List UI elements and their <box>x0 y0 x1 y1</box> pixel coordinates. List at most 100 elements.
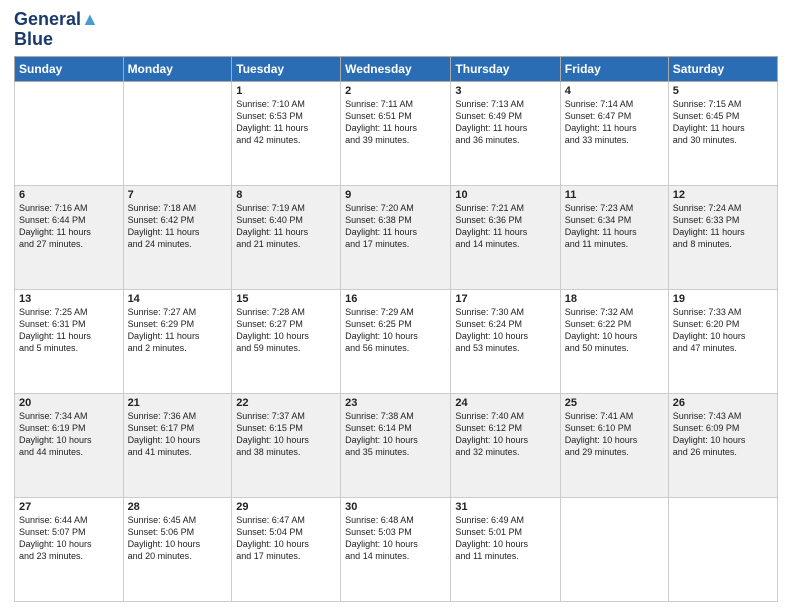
day-number: 21 <box>128 397 228 409</box>
header: General▲Blue <box>14 10 778 50</box>
page: General▲Blue SundayMondayTuesdayWednesda… <box>0 0 792 612</box>
calendar-cell <box>15 81 124 185</box>
calendar-cell: 25Sunrise: 7:41 AM Sunset: 6:10 PM Dayli… <box>560 393 668 497</box>
calendar-cell <box>123 81 232 185</box>
calendar-cell: 11Sunrise: 7:23 AM Sunset: 6:34 PM Dayli… <box>560 185 668 289</box>
cell-info: Sunrise: 6:48 AM Sunset: 5:03 PM Dayligh… <box>345 514 446 563</box>
calendar-cell: 6Sunrise: 7:16 AM Sunset: 6:44 PM Daylig… <box>15 185 124 289</box>
calendar-cell: 3Sunrise: 7:13 AM Sunset: 6:49 PM Daylig… <box>451 81 560 185</box>
calendar-cell: 19Sunrise: 7:33 AM Sunset: 6:20 PM Dayli… <box>668 289 777 393</box>
day-number: 9 <box>345 189 446 201</box>
day-number: 24 <box>455 397 555 409</box>
col-header-wednesday: Wednesday <box>341 56 451 81</box>
calendar-cell <box>668 497 777 601</box>
day-number: 7 <box>128 189 228 201</box>
calendar-cell: 10Sunrise: 7:21 AM Sunset: 6:36 PM Dayli… <box>451 185 560 289</box>
calendar-cell: 4Sunrise: 7:14 AM Sunset: 6:47 PM Daylig… <box>560 81 668 185</box>
cell-info: Sunrise: 7:25 AM Sunset: 6:31 PM Dayligh… <box>19 306 119 355</box>
day-number: 6 <box>19 189 119 201</box>
calendar-table: SundayMondayTuesdayWednesdayThursdayFrid… <box>14 56 778 602</box>
cell-info: Sunrise: 7:23 AM Sunset: 6:34 PM Dayligh… <box>565 202 664 251</box>
cell-info: Sunrise: 7:14 AM Sunset: 6:47 PM Dayligh… <box>565 98 664 147</box>
day-number: 26 <box>673 397 773 409</box>
week-row: 1Sunrise: 7:10 AM Sunset: 6:53 PM Daylig… <box>15 81 778 185</box>
cell-info: Sunrise: 6:47 AM Sunset: 5:04 PM Dayligh… <box>236 514 336 563</box>
day-number: 28 <box>128 501 228 513</box>
cell-info: Sunrise: 7:28 AM Sunset: 6:27 PM Dayligh… <box>236 306 336 355</box>
day-number: 22 <box>236 397 336 409</box>
day-number: 3 <box>455 85 555 97</box>
calendar-cell: 9Sunrise: 7:20 AM Sunset: 6:38 PM Daylig… <box>341 185 451 289</box>
logo-text: General▲Blue <box>14 10 99 50</box>
cell-info: Sunrise: 7:13 AM Sunset: 6:49 PM Dayligh… <box>455 98 555 147</box>
calendar-cell: 12Sunrise: 7:24 AM Sunset: 6:33 PM Dayli… <box>668 185 777 289</box>
cell-info: Sunrise: 7:29 AM Sunset: 6:25 PM Dayligh… <box>345 306 446 355</box>
day-number: 12 <box>673 189 773 201</box>
col-header-friday: Friday <box>560 56 668 81</box>
calendar-cell: 8Sunrise: 7:19 AM Sunset: 6:40 PM Daylig… <box>232 185 341 289</box>
day-number: 25 <box>565 397 664 409</box>
cell-info: Sunrise: 7:19 AM Sunset: 6:40 PM Dayligh… <box>236 202 336 251</box>
cell-info: Sunrise: 7:38 AM Sunset: 6:14 PM Dayligh… <box>345 410 446 459</box>
cell-info: Sunrise: 7:33 AM Sunset: 6:20 PM Dayligh… <box>673 306 773 355</box>
day-number: 1 <box>236 85 336 97</box>
cell-info: Sunrise: 7:40 AM Sunset: 6:12 PM Dayligh… <box>455 410 555 459</box>
calendar-cell: 28Sunrise: 6:45 AM Sunset: 5:06 PM Dayli… <box>123 497 232 601</box>
col-header-tuesday: Tuesday <box>232 56 341 81</box>
calendar-cell: 30Sunrise: 6:48 AM Sunset: 5:03 PM Dayli… <box>341 497 451 601</box>
calendar-cell: 2Sunrise: 7:11 AM Sunset: 6:51 PM Daylig… <box>341 81 451 185</box>
day-number: 23 <box>345 397 446 409</box>
col-header-saturday: Saturday <box>668 56 777 81</box>
cell-info: Sunrise: 6:45 AM Sunset: 5:06 PM Dayligh… <box>128 514 228 563</box>
calendar-cell: 14Sunrise: 7:27 AM Sunset: 6:29 PM Dayli… <box>123 289 232 393</box>
day-number: 27 <box>19 501 119 513</box>
day-number: 2 <box>345 85 446 97</box>
cell-info: Sunrise: 7:41 AM Sunset: 6:10 PM Dayligh… <box>565 410 664 459</box>
day-number: 8 <box>236 189 336 201</box>
cell-info: Sunrise: 7:20 AM Sunset: 6:38 PM Dayligh… <box>345 202 446 251</box>
cell-info: Sunrise: 7:18 AM Sunset: 6:42 PM Dayligh… <box>128 202 228 251</box>
day-number: 10 <box>455 189 555 201</box>
cell-info: Sunrise: 6:44 AM Sunset: 5:07 PM Dayligh… <box>19 514 119 563</box>
cell-info: Sunrise: 7:30 AM Sunset: 6:24 PM Dayligh… <box>455 306 555 355</box>
calendar-cell: 7Sunrise: 7:18 AM Sunset: 6:42 PM Daylig… <box>123 185 232 289</box>
day-number: 30 <box>345 501 446 513</box>
logo-blue: ▲ <box>81 9 99 29</box>
cell-info: Sunrise: 7:36 AM Sunset: 6:17 PM Dayligh… <box>128 410 228 459</box>
calendar-cell: 17Sunrise: 7:30 AM Sunset: 6:24 PM Dayli… <box>451 289 560 393</box>
calendar-cell: 29Sunrise: 6:47 AM Sunset: 5:04 PM Dayli… <box>232 497 341 601</box>
cell-info: Sunrise: 6:49 AM Sunset: 5:01 PM Dayligh… <box>455 514 555 563</box>
cell-info: Sunrise: 7:32 AM Sunset: 6:22 PM Dayligh… <box>565 306 664 355</box>
day-number: 29 <box>236 501 336 513</box>
week-row: 27Sunrise: 6:44 AM Sunset: 5:07 PM Dayli… <box>15 497 778 601</box>
week-row: 13Sunrise: 7:25 AM Sunset: 6:31 PM Dayli… <box>15 289 778 393</box>
day-number: 19 <box>673 293 773 305</box>
cell-info: Sunrise: 7:43 AM Sunset: 6:09 PM Dayligh… <box>673 410 773 459</box>
calendar-cell: 23Sunrise: 7:38 AM Sunset: 6:14 PM Dayli… <box>341 393 451 497</box>
day-number: 13 <box>19 293 119 305</box>
calendar-cell: 21Sunrise: 7:36 AM Sunset: 6:17 PM Dayli… <box>123 393 232 497</box>
calendar-cell: 15Sunrise: 7:28 AM Sunset: 6:27 PM Dayli… <box>232 289 341 393</box>
calendar-cell: 1Sunrise: 7:10 AM Sunset: 6:53 PM Daylig… <box>232 81 341 185</box>
week-row: 6Sunrise: 7:16 AM Sunset: 6:44 PM Daylig… <box>15 185 778 289</box>
cell-info: Sunrise: 7:21 AM Sunset: 6:36 PM Dayligh… <box>455 202 555 251</box>
cell-info: Sunrise: 7:37 AM Sunset: 6:15 PM Dayligh… <box>236 410 336 459</box>
col-header-sunday: Sunday <box>15 56 124 81</box>
calendar-cell <box>560 497 668 601</box>
cell-info: Sunrise: 7:24 AM Sunset: 6:33 PM Dayligh… <box>673 202 773 251</box>
day-number: 11 <box>565 189 664 201</box>
calendar-cell: 18Sunrise: 7:32 AM Sunset: 6:22 PM Dayli… <box>560 289 668 393</box>
col-header-thursday: Thursday <box>451 56 560 81</box>
day-number: 17 <box>455 293 555 305</box>
cell-info: Sunrise: 7:27 AM Sunset: 6:29 PM Dayligh… <box>128 306 228 355</box>
day-number: 16 <box>345 293 446 305</box>
calendar-cell: 31Sunrise: 6:49 AM Sunset: 5:01 PM Dayli… <box>451 497 560 601</box>
calendar-cell: 24Sunrise: 7:40 AM Sunset: 6:12 PM Dayli… <box>451 393 560 497</box>
day-number: 15 <box>236 293 336 305</box>
cell-info: Sunrise: 7:11 AM Sunset: 6:51 PM Dayligh… <box>345 98 446 147</box>
header-row: SundayMondayTuesdayWednesdayThursdayFrid… <box>15 56 778 81</box>
day-number: 20 <box>19 397 119 409</box>
col-header-monday: Monday <box>123 56 232 81</box>
day-number: 18 <box>565 293 664 305</box>
calendar-cell: 16Sunrise: 7:29 AM Sunset: 6:25 PM Dayli… <box>341 289 451 393</box>
